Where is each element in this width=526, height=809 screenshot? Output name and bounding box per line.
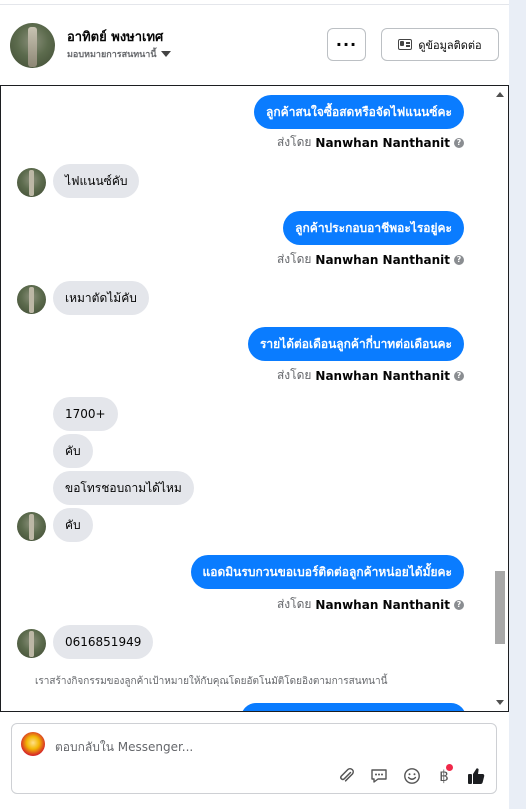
chat-scrollbar[interactable] [493,86,507,711]
outgoing-message[interactable]: แอดมินรบกวนขอเบอร์ติดต่อลูกค้าหน่อยได้มั… [190,555,464,589]
outgoing-message[interactable]: รายได้ต่อเดือนลูกค้ากี่บาทต่อเดือนคะ [247,327,464,361]
scroll-down-arrow[interactable] [496,700,504,705]
info-icon[interactable]: ? [454,370,464,381]
sent-by-prefix: ส่งโดย [276,368,312,382]
contact-avatar-small[interactable] [17,168,46,197]
contact-avatar-small[interactable] [17,285,46,314]
sent-by-prefix: ส่งโดย [276,252,312,266]
message-thread[interactable]: ลูกค้าสนใจซื้อสดหรือจัดไฟแนนซ์คะ ส่งโดย … [0,85,509,712]
scroll-up-arrow[interactable] [496,92,504,97]
thumbs-up-icon[interactable] [466,766,486,786]
more-options-button[interactable]: ··· [327,28,366,61]
chevron-down-icon [160,51,171,57]
incoming-message[interactable]: คับ [53,508,93,542]
sent-by-label: ส่งโดย Nanwhan Nanthanit ? [277,250,464,269]
outgoing-message[interactable]: ลูกค้าประกอบอาชีพอะไรอยู่คะ [283,211,464,245]
contact-avatar-small[interactable] [17,512,46,541]
notification-dot [446,764,453,771]
sent-by-label: ส่งโดย Nanwhan Nanthanit ? [277,133,464,152]
sent-by-prefix: ส่งโดย [276,597,312,611]
contact-avatar-small[interactable] [17,629,46,658]
contact-name[interactable]: อาทิตย์ พงษาเทศ [67,26,163,47]
incoming-message[interactable]: คับ [53,434,93,468]
saved-replies-icon[interactable] [369,766,389,786]
contact-card-icon [398,39,413,50]
sender-name[interactable]: Nanwhan Nanthanit [315,369,450,383]
page-edge [509,0,526,809]
info-icon[interactable]: ? [454,254,464,265]
outgoing-message[interactable]: ลูกค้าสนใจซื้อสดหรือจัดไฟแนนซ์คะ [254,95,464,129]
incoming-message[interactable]: 0616851949 [53,625,154,659]
sent-by-label: ส่งโดย Nanwhan Nanthanit ? [277,595,464,614]
page-avatar [21,732,45,756]
sent-by-prefix: ส่งโดย [276,135,312,149]
view-contact-button[interactable]: ดูข้อมูลติดต่อ [381,28,499,61]
incoming-message[interactable]: 1700+ [53,397,118,431]
sender-name[interactable]: Nanwhan Nanthanit [315,253,450,267]
incoming-message[interactable]: ขอโทรชอบถามได้ไหม [53,471,194,505]
automation-notice: เราสร้างกิจกรรมของลูกค้าเป้าหมายให้กับคุ… [35,676,388,687]
attachment-icon[interactable] [337,766,357,786]
reply-input[interactable]: ตอบกลับใน Messenger... [55,738,193,757]
emoji-icon[interactable] [402,766,422,786]
outgoing-message-partial[interactable] [241,703,466,711]
conversation-panel: อาทิตย์ พงษาเทศ มอบหมายการสนทนานี้ ··· ด… [0,0,509,809]
sent-by-label: ส่งโดย Nanwhan Nanthanit ? [277,366,464,385]
reply-composer[interactable]: ตอบกลับใน Messenger... ฿ [11,723,497,794]
info-icon[interactable]: ? [454,599,464,610]
conversation-header: อาทิตย์ พงษาเทศ มอบหมายการสนทนานี้ ··· ด… [0,5,509,85]
info-icon[interactable]: ? [454,137,464,148]
baht-icon[interactable]: ฿ [434,764,454,786]
contact-avatar[interactable] [10,23,55,68]
sender-name[interactable]: Nanwhan Nanthanit [315,136,450,150]
view-contact-label: ดูข้อมูลติดต่อ [418,38,482,52]
sender-name[interactable]: Nanwhan Nanthanit [315,598,450,612]
incoming-message[interactable]: ไฟแนนซ์คับ [53,164,140,198]
scroll-thumb[interactable] [495,571,505,644]
assign-label: มอบหมายการสนทนานี้ [67,50,157,60]
assign-conversation-dropdown[interactable]: มอบหมายการสนทนานี้ [67,47,171,61]
incoming-message[interactable]: เหมาตัดไม้คับ [53,281,149,315]
